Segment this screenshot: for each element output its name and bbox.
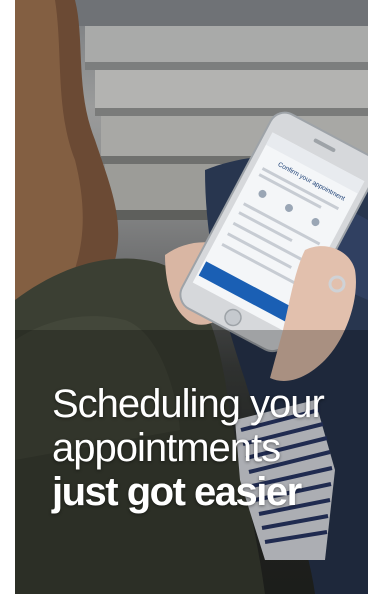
headline: Scheduling your appointments just got ea… [52, 382, 368, 514]
headline-line-1: Scheduling your [52, 382, 325, 426]
headline-line-3: just got easier [52, 470, 302, 514]
headline-line-2: appointments [52, 426, 281, 470]
hero-image: Confirm your appointment Scheduling your… [15, 0, 368, 594]
